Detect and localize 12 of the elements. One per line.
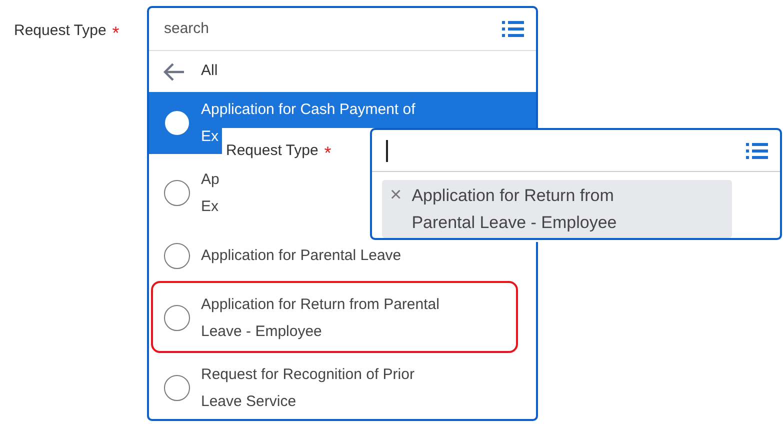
option-label: Application for Parental Leave	[201, 246, 402, 266]
chip-label: Application for Return from Parental Leave - Employee	[412, 185, 617, 234]
option-label: Ap	[201, 170, 220, 190]
option-label: Request for Recognition of Prior	[201, 365, 414, 385]
required-mark: *	[112, 22, 120, 45]
option-label: Application for Cash Payment of	[201, 100, 416, 120]
option-label: Leave - Employee	[201, 322, 322, 342]
option-label: Ex	[201, 197, 219, 217]
field-label: Request Type	[14, 21, 106, 41]
option-label: Ex	[201, 127, 219, 147]
option-label: Leave Service	[201, 392, 296, 412]
option-label: Application for Return from Parental	[201, 295, 440, 315]
